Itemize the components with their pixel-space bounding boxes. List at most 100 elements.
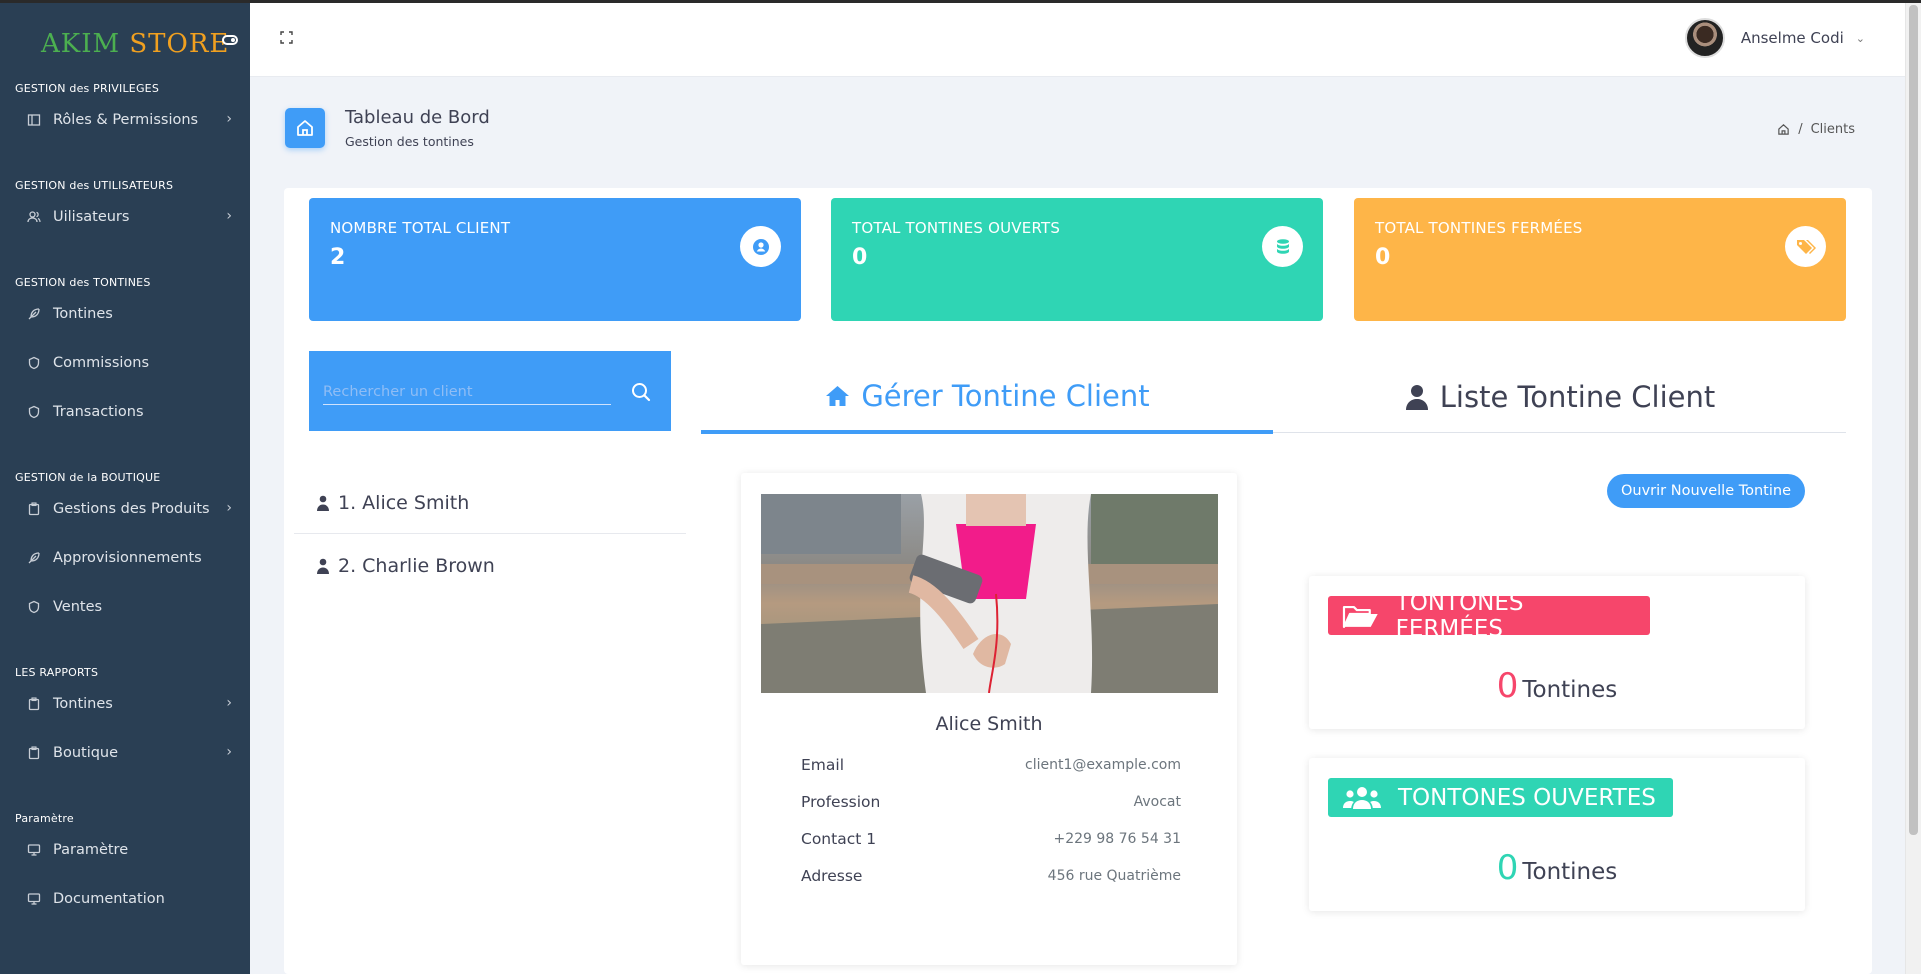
sidebar-toggle-icon[interactable] — [222, 35, 238, 45]
sidebar-item-label: Paramètre — [53, 842, 129, 858]
chevron-right-icon: › — [226, 208, 232, 224]
users-group-icon — [1343, 786, 1381, 809]
section-title-parametre: Paramètre — [15, 812, 74, 825]
sidebar-item-utilisateurs[interactable]: Uilisateurs › — [0, 199, 250, 235]
open-tontines-card: TONTONES OUVERTES 0 Tontines — [1309, 758, 1805, 911]
database-icon — [1262, 226, 1303, 267]
breadcrumb-home-icon[interactable] — [1777, 123, 1790, 136]
sidebar-item-gestions-produits[interactable]: Gestions des Produits › — [0, 491, 250, 527]
breadcrumb-item-clients[interactable]: Clients — [1811, 122, 1855, 137]
breadcrumb: / Clients — [1777, 122, 1855, 137]
sidebar-item-label: Documentation — [53, 891, 165, 907]
stat-card-tontines-ouverts: TOTAL TONTINES OUVERTS 0 — [831, 198, 1323, 321]
stat-value: 0 — [852, 245, 868, 270]
monitor-icon — [27, 892, 41, 906]
sidebar-item-label: Tontines — [53, 696, 113, 712]
sidebar-panel-icon — [27, 113, 41, 127]
open-new-tontine-button[interactable]: Ouvrir Nouvelle Tontine — [1607, 474, 1805, 508]
chevron-down-icon[interactable]: ⌄ — [1856, 32, 1865, 45]
chevron-right-icon: › — [226, 111, 232, 127]
count-value: 0 — [1496, 666, 1519, 706]
client-name: 1. Alice Smith — [338, 491, 470, 514]
chevron-right-icon: › — [226, 744, 232, 760]
client-name: 2. Charlie Brown — [338, 555, 495, 577]
sidebar-item-rapport-tontines[interactable]: Tontines › — [0, 686, 250, 722]
sidebar-item-ventes[interactable]: Ventes — [0, 589, 250, 625]
user-name[interactable]: Anselme Codi — [1741, 29, 1844, 47]
profile-row-profession: Profession Avocat — [801, 793, 1181, 815]
count-value: 0 — [1496, 848, 1519, 888]
avatar[interactable] — [1684, 18, 1725, 58]
scrollbar[interactable] — [1905, 3, 1921, 974]
stat-card-tontines-fermees: TOTAL TONTINES FERMÉES 0 — [1354, 198, 1846, 321]
tab-liste-tontine-client[interactable]: Liste Tontine Client — [1273, 362, 1846, 433]
sidebar-item-roles-permissions[interactable]: Rôles & Permissions › — [0, 102, 250, 138]
sidebar-item-label: Uilisateurs — [53, 209, 130, 225]
client-profile-name: Alice Smith — [935, 713, 1043, 735]
section-title-rapports: LES RAPPORTS — [15, 666, 99, 679]
chevron-right-icon: › — [226, 695, 232, 711]
section-title-utilisateurs: GESTION des UTILISATEURS — [15, 179, 174, 192]
sidebar-item-rapport-boutique[interactable]: Boutique › — [0, 735, 250, 771]
stat-card-total-clients: NOMBRE TOTAL CLIENT 2 — [309, 198, 801, 321]
field-key: Profession — [801, 793, 881, 811]
open-tontines-count: 0 Tontines — [1309, 848, 1805, 888]
shield-icon — [27, 600, 41, 614]
section-title-boutique: GESTION de la BOUTIQUE — [15, 471, 161, 484]
shield-icon — [27, 356, 41, 370]
person-icon — [316, 557, 330, 575]
clipboard-icon — [27, 746, 41, 760]
sidebar: AKIM STORE GESTION des PRIVILEGES Rôles … — [0, 3, 250, 974]
folder-open-icon — [1342, 605, 1378, 628]
fullscreen-icon[interactable] — [280, 31, 293, 44]
page-title: Tableau de Bord — [345, 107, 490, 128]
field-value: Avocat — [1133, 794, 1181, 810]
sidebar-item-parametre[interactable]: Paramètre — [0, 832, 250, 868]
user-menu[interactable]: Anselme Codi ⌄ — [1684, 18, 1865, 58]
section-title-privileges: GESTION des PRIVILEGES — [15, 82, 160, 95]
sidebar-item-transactions[interactable]: Transactions — [0, 394, 250, 430]
profile-row-email: Email client1@example.com — [801, 756, 1181, 778]
person-icon — [316, 494, 330, 512]
person-icon — [1405, 385, 1428, 410]
list-item[interactable]: 1. Alice Smith — [294, 472, 686, 534]
stat-label: TOTAL TONTINES OUVERTS — [852, 219, 1061, 237]
brand-part2: STORE — [129, 29, 230, 59]
brand-logo[interactable]: AKIM STORE — [41, 29, 229, 59]
stat-value: 0 — [1375, 245, 1391, 270]
sidebar-item-approvisionnements[interactable]: Approvisionnements — [0, 540, 250, 576]
closed-tontines-badge: TONTONES FERMÉES — [1328, 590, 1650, 642]
scrollbar-thumb[interactable] — [1909, 5, 1918, 835]
top-header: Anselme Codi ⌄ — [250, 3, 1905, 77]
count-unit: Tontines — [1522, 859, 1618, 885]
stat-label: TOTAL TONTINES FERMÉES — [1375, 219, 1583, 237]
stat-label: NOMBRE TOTAL CLIENT — [330, 219, 511, 237]
field-value: +229 98 76 54 31 — [1053, 831, 1181, 847]
count-unit: Tontines — [1522, 677, 1618, 703]
home-icon — [285, 108, 325, 148]
list-item[interactable]: 2. Charlie Brown — [294, 535, 686, 597]
sidebar-item-commissions[interactable]: Commissions — [0, 345, 250, 381]
chevron-right-icon: › — [226, 500, 232, 516]
tab-gerer-tontine-client[interactable]: Gérer Tontine Client — [701, 362, 1273, 434]
search-icon[interactable] — [630, 381, 652, 403]
closed-tontines-count: 0 Tontines — [1309, 666, 1805, 706]
badge-title: TONTONES FERMÉES — [1395, 589, 1524, 642]
client-search-panel — [309, 351, 671, 431]
home-solid-icon — [826, 386, 850, 406]
sidebar-item-documentation[interactable]: Documentation — [0, 881, 250, 917]
sidebar-item-tontines[interactable]: Tontines — [0, 296, 250, 332]
monitor-icon — [27, 843, 41, 857]
open-tontines-badge: TONTONES OUVERTES — [1328, 778, 1673, 817]
badge-title: TONTONES OUVERTES — [1398, 784, 1656, 811]
field-value: client1@example.com — [1025, 757, 1181, 773]
shield-icon — [27, 405, 41, 419]
client-profile-card: Alice Smith Email client1@example.com Pr… — [741, 473, 1237, 965]
sidebar-item-label: Ventes — [53, 599, 103, 615]
search-input[interactable] — [323, 379, 611, 405]
sidebar-item-label: Gestions des Produits — [53, 501, 210, 517]
sidebar-item-label: Boutique — [53, 745, 119, 761]
sidebar-item-label: Tontines — [53, 306, 113, 322]
brand-part1: AKIM — [41, 29, 121, 59]
sidebar-item-label: Approvisionnements — [53, 550, 202, 566]
